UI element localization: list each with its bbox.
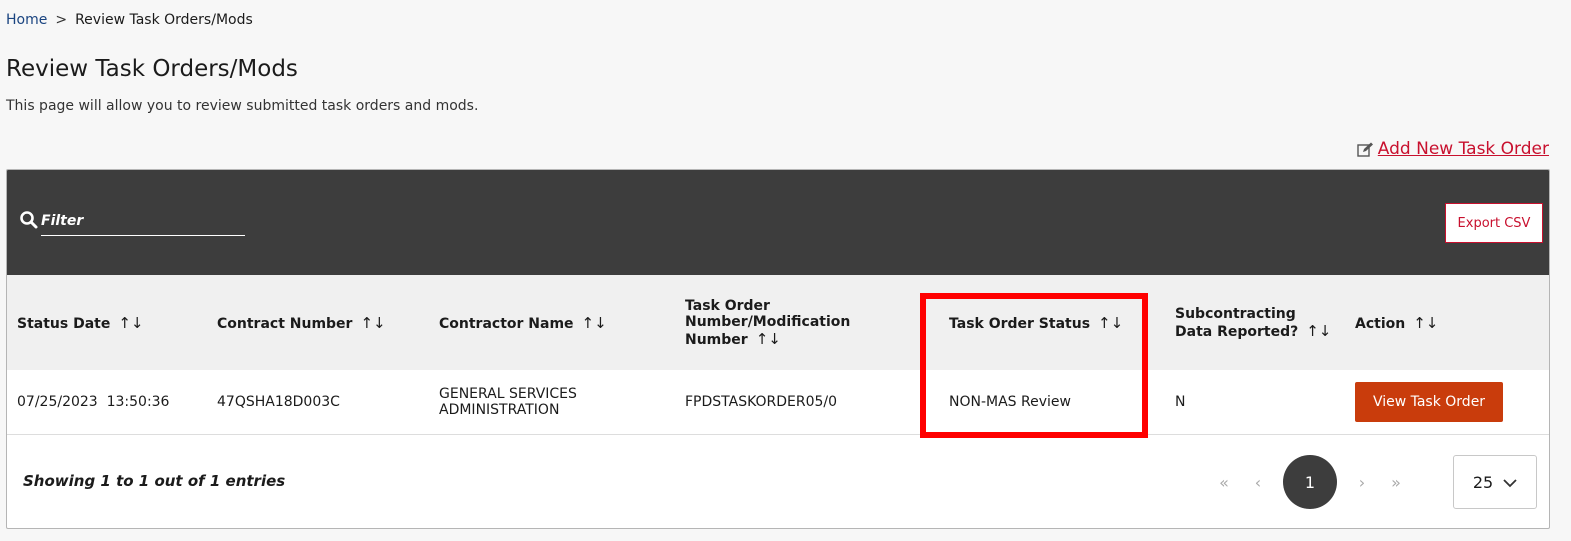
sort-icon: ↑↓ [1413,313,1439,332]
column-header-contract-number[interactable]: Contract Number ↑↓ [207,275,429,370]
next-page-button[interactable]: › [1345,473,1379,492]
entries-count: Showing 1 to 1 out of 1 entries [23,471,286,490]
cell-subcontracting: N [1175,393,1186,410]
breadcrumb-current: Review Task Orders/Mods [75,12,253,28]
cell-status-date: 07/25/2023 13:50:36 [17,393,170,410]
page-size-value: 25 [1472,472,1494,492]
first-page-button[interactable]: « [1207,473,1241,492]
filter-input[interactable] [41,208,245,236]
add-new-task-order-label: Add New Task Order [1377,139,1549,159]
breadcrumb-separator: > [55,12,68,28]
task-orders-panel: Export CSV Status Date↑↓ Contract Number… [6,169,1550,529]
view-task-order-button[interactable]: View Task Order [1355,381,1503,422]
edit-icon [1357,142,1374,157]
page-1-button[interactable]: 1 [1283,455,1337,509]
task-orders-table: Status Date ↑↓ Contract Number ↑↓ Contract… [7,275,1549,435]
sort-icon: ↑↓ [755,329,781,348]
cell-task-order-status: NON-MAS Review [949,393,1071,410]
column-header-contractor-name[interactable]: Contractor Name ↑↓ [429,275,675,370]
cell-contract-number: 47QSHA18D003C [217,393,340,410]
sort-icon: ↑↓ [581,313,607,332]
column-header-action[interactable]: Action ↑↓ [1345,275,1549,370]
last-page-button[interactable]: » [1379,473,1413,492]
cell-contractor-name: GENERAL SERVICES ADMINISTRATION [439,385,577,418]
page-title: Review Task Orders/Mods [6,56,298,82]
add-new-task-order-link[interactable]: Add New Task Order [1357,139,1549,159]
table-header-row: Status Date ↑↓ Contract Number ↑↓ Contract… [7,275,1549,370]
sort-icon: ↑↓ [360,313,386,332]
column-header-subcontracting-data[interactable]: Subcontracting Data Reported? ↑↓ [1165,275,1345,370]
export-csv-button[interactable]: Export CSV [1445,203,1543,243]
pagination: « ‹ 1 › » 25 [1207,455,1537,509]
column-header-status-date[interactable]: Status Date ↑↓ [7,275,207,370]
column-header-task-order-number[interactable]: Task Order Number/Modification Number ↑↓ [675,275,939,370]
breadcrumb: Home > Review Task Orders/Mods [6,12,253,28]
page-size-select[interactable]: 25 [1453,455,1537,509]
search-icon [19,210,39,230]
cell-task-order-number: FPDSTASKORDER05/0 [685,393,838,410]
table-toolbar: Export CSV [7,170,1549,275]
chevron-down-icon [1503,473,1517,492]
sort-icon: ↑↓ [118,313,144,332]
breadcrumb-home-link[interactable]: Home [6,12,47,28]
column-header-task-order-status[interactable]: Task Order Status ↑↓ [939,275,1165,370]
sort-icon: ↑↓ [1306,321,1332,340]
sort-icon: ↑↓ [1098,313,1124,332]
page-description: This page will allow you to review submi… [6,98,479,114]
cell-action: View Task Order [1345,370,1549,434]
filter-group [19,208,245,236]
table-row: 07/25/2023 13:50:36 47QSHA18D003C GENERA… [7,370,1549,434]
prev-page-button[interactable]: ‹ [1241,473,1275,492]
table-footer: Showing 1 to 1 out of 1 entries « ‹ 1 › … [7,433,1549,528]
